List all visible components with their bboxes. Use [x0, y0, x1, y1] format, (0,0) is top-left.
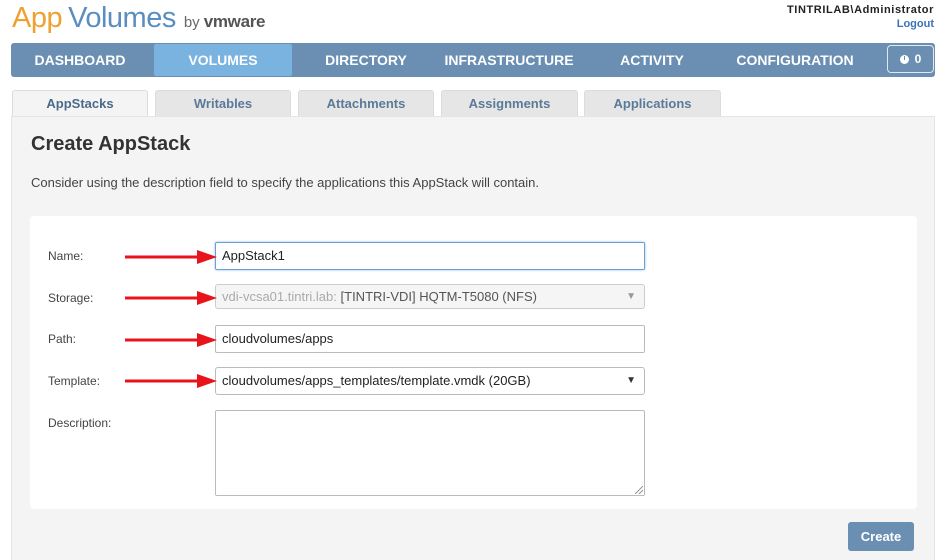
- logo-vendor-text: vmware: [203, 12, 266, 31]
- content-panel: Create AppStack Consider using the descr…: [11, 116, 935, 560]
- storage-host: vdi-vcsa01.tintri.lab:: [222, 289, 337, 304]
- template-select[interactable]: cloudvolumes/apps_templates/template.vmd…: [215, 367, 645, 395]
- path-label: Path:: [48, 332, 77, 346]
- page-description: Consider using the description field to …: [31, 175, 540, 190]
- nav-activity[interactable]: ACTIVITY: [583, 43, 721, 77]
- user-info: TINTRILAB\Administrator Logout: [787, 3, 934, 31]
- logo-by-text: by: [183, 14, 200, 31]
- app-volumes-logo: App Volumes by vmware: [12, 2, 266, 40]
- chevron-down-icon: ▼: [626, 291, 636, 302]
- tab-applications[interactable]: Applications: [584, 90, 721, 116]
- create-appstack-form: Name: AppStack1 Storage: vdi-vcsa01.tint…: [30, 216, 917, 509]
- logo-app-text: App: [12, 2, 63, 34]
- storage-value: [TINTRI-VDI] HQTM-T5080 (NFS): [340, 289, 537, 304]
- logo-volumes-text: Volumes: [68, 2, 176, 34]
- main-nav: DASHBOARD VOLUMES DIRECTORY INFRASTRUCTU…: [11, 43, 935, 77]
- activity-counter-button[interactable]: 0: [887, 45, 934, 73]
- path-input[interactable]: cloudvolumes/apps: [215, 325, 645, 353]
- create-button[interactable]: Create: [848, 522, 914, 551]
- logout-link[interactable]: Logout: [787, 17, 934, 31]
- activity-count: 0: [914, 52, 922, 66]
- arrow-annotation-icon: [125, 291, 217, 305]
- tab-writables[interactable]: Writables: [155, 90, 291, 116]
- arrow-annotation-icon: [125, 250, 217, 264]
- storage-label: Storage:: [48, 291, 94, 305]
- storage-select[interactable]: vdi-vcsa01.tintri.lab: [TINTRI-VDI] HQTM…: [215, 284, 645, 309]
- nav-volumes[interactable]: VOLUMES: [154, 44, 292, 76]
- resize-grip-icon[interactable]: [635, 486, 643, 494]
- user-name: TINTRILAB\Administrator: [786, 4, 934, 16]
- chevron-down-icon: ▼: [626, 375, 636, 386]
- nav-dashboard[interactable]: DASHBOARD: [11, 43, 149, 77]
- tab-appstacks[interactable]: AppStacks: [12, 90, 148, 117]
- nav-infrastructure[interactable]: INFRASTRUCTURE: [440, 43, 578, 77]
- arrow-annotation-icon: [125, 333, 217, 347]
- description-textarea[interactable]: [215, 410, 645, 496]
- nav-directory[interactable]: DIRECTORY: [297, 43, 435, 77]
- nav-configuration[interactable]: CONFIGURATION: [726, 43, 864, 77]
- description-label: Description:: [48, 416, 112, 430]
- clock-icon: [899, 54, 909, 64]
- template-label: Template:: [48, 374, 101, 388]
- tab-assignments[interactable]: Assignments: [441, 90, 578, 116]
- tab-attachments[interactable]: Attachments: [298, 90, 434, 116]
- name-input[interactable]: AppStack1: [215, 242, 645, 270]
- page-title: Create AppStack: [31, 133, 191, 155]
- template-value: cloudvolumes/apps_templates/template.vmd…: [222, 373, 531, 388]
- name-label: Name:: [48, 249, 84, 263]
- arrow-annotation-icon: [125, 374, 217, 388]
